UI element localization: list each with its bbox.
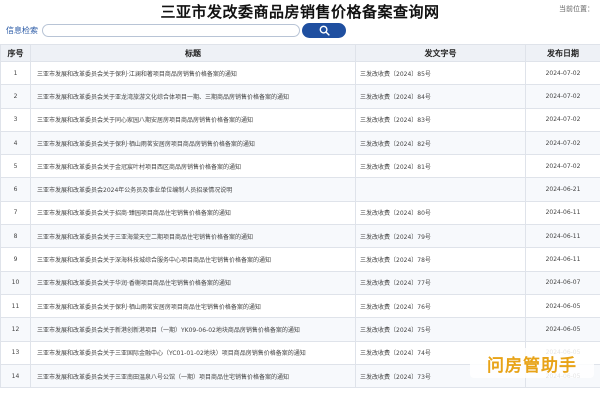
column-header-title: 标题 xyxy=(30,44,356,62)
row-doc-number: 三发改收费〔2024〕82号 xyxy=(355,130,526,156)
column-header-no: 序号 xyxy=(0,44,31,62)
search-input[interactable] xyxy=(42,24,300,37)
row-number: 8 xyxy=(0,224,31,249)
row-title-link[interactable]: 三亚市发展和改革委员会关于保利·栖山雨茗安居房项目商品房销售价格备案的通知 xyxy=(30,130,356,156)
row-title-link[interactable]: 三亚市发展和改革委员会关于金冠宸叶村项目西区商品房销售价格备案的通知 xyxy=(30,154,356,179)
table-row[interactable]: 5 三亚市发展和改革委员会关于金冠宸叶村项目西区商品房销售价格备案的通知 三发改收费… xyxy=(0,154,600,179)
page-title: 三亚市发改委商品房销售价格备案查询网 xyxy=(160,3,440,21)
row-doc-number: 三发改收费〔2024〕80号 xyxy=(355,200,526,226)
table-row[interactable]: 7 三亚市发展和改革委员会关于招商·臻园项目商品住宅销售价格备案的通知 三发改收费〔… xyxy=(0,200,600,226)
search-button[interactable] xyxy=(302,23,346,38)
row-title-link[interactable]: 三亚市发展和改革委员会关于保利·江澜和著项目商品房销售价格备案的通知 xyxy=(30,60,356,86)
row-date: 2024-06-11 xyxy=(525,200,600,226)
table-row[interactable]: 11 三亚市发展和改革委员会关于保利·栖山雨茗安居房项目商品住宅销售价格备案的通知… xyxy=(0,293,600,319)
table-header-row: 序号 标题 发文字号 发布日期 xyxy=(0,44,600,62)
row-doc-number: 三发改收费〔2024〕76号 xyxy=(355,293,526,319)
row-title-link[interactable]: 三亚市发展和改革委员会关于深海科技城综合服务中心项目商品住宅销售价格备案的通知 xyxy=(30,247,356,272)
row-doc-number: 三发改收费〔2024〕78号 xyxy=(355,247,526,272)
row-date: 2024-07-02 xyxy=(525,84,600,109)
row-number: 13 xyxy=(0,340,31,365)
location-label: 当前位置： xyxy=(559,5,594,13)
watermark: 问房管助手 xyxy=(470,348,594,378)
results-table: 序号 标题 发文字号 发布日期 1 三亚市发展和改革委员会关于保利·江澜和著项目商… xyxy=(0,44,600,389)
row-title-link[interactable]: 三亚市发展和改革委员会关于同心家园八期安居房项目商品房销售价格备案的通知 xyxy=(30,107,356,132)
row-date: 2024-06-07 xyxy=(525,270,600,295)
row-doc-number: 三发改收费〔2024〕81号 xyxy=(355,154,526,179)
row-title-link[interactable]: 三亚市发展和改革委员会关于三亚国际金融中心（YC01-01-02地块）项目商品房… xyxy=(30,340,356,365)
row-title-link[interactable]: 三亚市发展和改革委员会关于华润·香榭项目商品住宅销售价格备案的通知 xyxy=(30,270,356,295)
row-title-link[interactable]: 三亚市发展和改革委员会关于保利·栖山雨茗安居房项目商品住宅销售价格备案的通知 xyxy=(30,293,356,319)
row-date: 2024-07-02 xyxy=(525,154,600,179)
row-doc-number xyxy=(355,177,526,202)
row-doc-number: 三发改收费〔2024〕84号 xyxy=(355,84,526,109)
row-date: 2024-06-11 xyxy=(525,224,600,249)
row-number: 9 xyxy=(0,247,31,272)
row-number: 7 xyxy=(0,200,31,226)
row-date: 2024-07-02 xyxy=(525,130,600,156)
table-row[interactable]: 1 三亚市发展和改革委员会关于保利·江澜和著项目商品房销售价格备案的通知 三发改收费… xyxy=(0,60,600,86)
row-doc-number: 三发改收费〔2024〕75号 xyxy=(355,317,526,342)
row-number: 2 xyxy=(0,84,31,109)
row-date: 2024-06-05 xyxy=(525,293,600,319)
table-row[interactable]: 9 三亚市发展和改革委员会关于深海科技城综合服务中心项目商品住宅销售价格备案的通知… xyxy=(0,247,600,272)
row-date: 2024-06-21 xyxy=(525,177,600,202)
results-table-wrapper: 序号 标题 发文字号 发布日期 1 三亚市发展和改革委员会关于保利·江澜和著项目商… xyxy=(0,44,600,400)
row-number: 14 xyxy=(0,363,31,389)
table-body: 1 三亚市发展和改革委员会关于保利·江澜和著项目商品房销售价格备案的通知 三发改收费… xyxy=(0,60,600,389)
table-row[interactable]: 12 三亚市发展和改革委员会关于新港创新港项目（一期）YK09-06-02地块商品… xyxy=(0,317,600,342)
row-date: 2024-06-05 xyxy=(525,317,600,342)
row-title-link[interactable]: 三亚市发展和改革委员会关于招商·臻园项目商品住宅销售价格备案的通知 xyxy=(30,200,356,226)
row-date: 2024-07-02 xyxy=(525,60,600,86)
table-row[interactable]: 4 三亚市发展和改革委员会关于保利·栖山雨茗安居房项目商品房销售价格备案的通知 三发… xyxy=(0,130,600,156)
row-doc-number: 三发改收费〔2024〕79号 xyxy=(355,224,526,249)
row-title-link[interactable]: 三亚市发展和改革委员会关于亚龙湾旅游文化综合体项目一期、三期商品房销售价格备案的… xyxy=(30,84,356,109)
row-doc-number: 三发改收费〔2024〕85号 xyxy=(355,60,526,86)
row-title-link[interactable]: 三亚市发展和改革委员会关于三亚海棠天空二期项目商品住宅销售价格备案的通知 xyxy=(30,224,356,249)
table-row[interactable]: 8 三亚市发展和改革委员会关于三亚海棠天空二期项目商品住宅销售价格备案的通知 三发改… xyxy=(0,224,600,249)
row-number: 3 xyxy=(0,107,31,132)
top-bar: 三亚市发改委商品房销售价格备案查询网 当前位置： xyxy=(0,0,600,22)
row-number: 11 xyxy=(0,293,31,319)
table-row[interactable]: 6 三亚市发展和改革委员会2024年公务员及事业单位编制人员招录情况说明 2024-… xyxy=(0,177,600,202)
row-date: 2024-06-11 xyxy=(525,247,600,272)
row-doc-number: 三发改收费〔2024〕77号 xyxy=(355,270,526,295)
table-row[interactable]: 3 三亚市发展和改革委员会关于同心家园八期安居房项目商品房销售价格备案的通知 三发改… xyxy=(0,107,600,132)
table-row[interactable]: 2 三亚市发展和改革委员会关于亚龙湾旅游文化综合体项目一期、三期商品房销售价格备案… xyxy=(0,84,600,109)
column-header-doc-number: 发文字号 xyxy=(355,44,526,62)
row-title-link[interactable]: 三亚市发展和改革委员会2024年公务员及事业单位编制人员招录情况说明 xyxy=(30,177,356,202)
row-number: 4 xyxy=(0,130,31,156)
search-icon xyxy=(319,25,330,36)
row-title-link[interactable]: 三亚市发展和改革委员会关于三亚南田温泉八号公馆（一期）项目商品住宅销售价格备案的… xyxy=(30,363,356,389)
row-number: 5 xyxy=(0,154,31,179)
row-doc-number: 三发改收费〔2024〕83号 xyxy=(355,107,526,132)
row-title-link[interactable]: 三亚市发展和改革委员会关于新港创新港项目（一期）YK09-06-02地块商品房销… xyxy=(30,317,356,342)
row-number: 10 xyxy=(0,270,31,295)
search-row: 信息检索 xyxy=(0,22,600,40)
search-label: 信息检索 xyxy=(6,26,38,35)
row-number: 1 xyxy=(0,60,31,86)
watermark-text: 问房管助手 xyxy=(487,355,577,376)
column-header-date: 发布日期 xyxy=(525,44,600,62)
row-date: 2024-07-02 xyxy=(525,107,600,132)
row-number: 6 xyxy=(0,177,31,202)
row-number: 12 xyxy=(0,317,31,342)
table-row[interactable]: 10 三亚市发展和改革委员会关于华润·香榭项目商品住宅销售价格备案的通知 三发改收费… xyxy=(0,270,600,295)
